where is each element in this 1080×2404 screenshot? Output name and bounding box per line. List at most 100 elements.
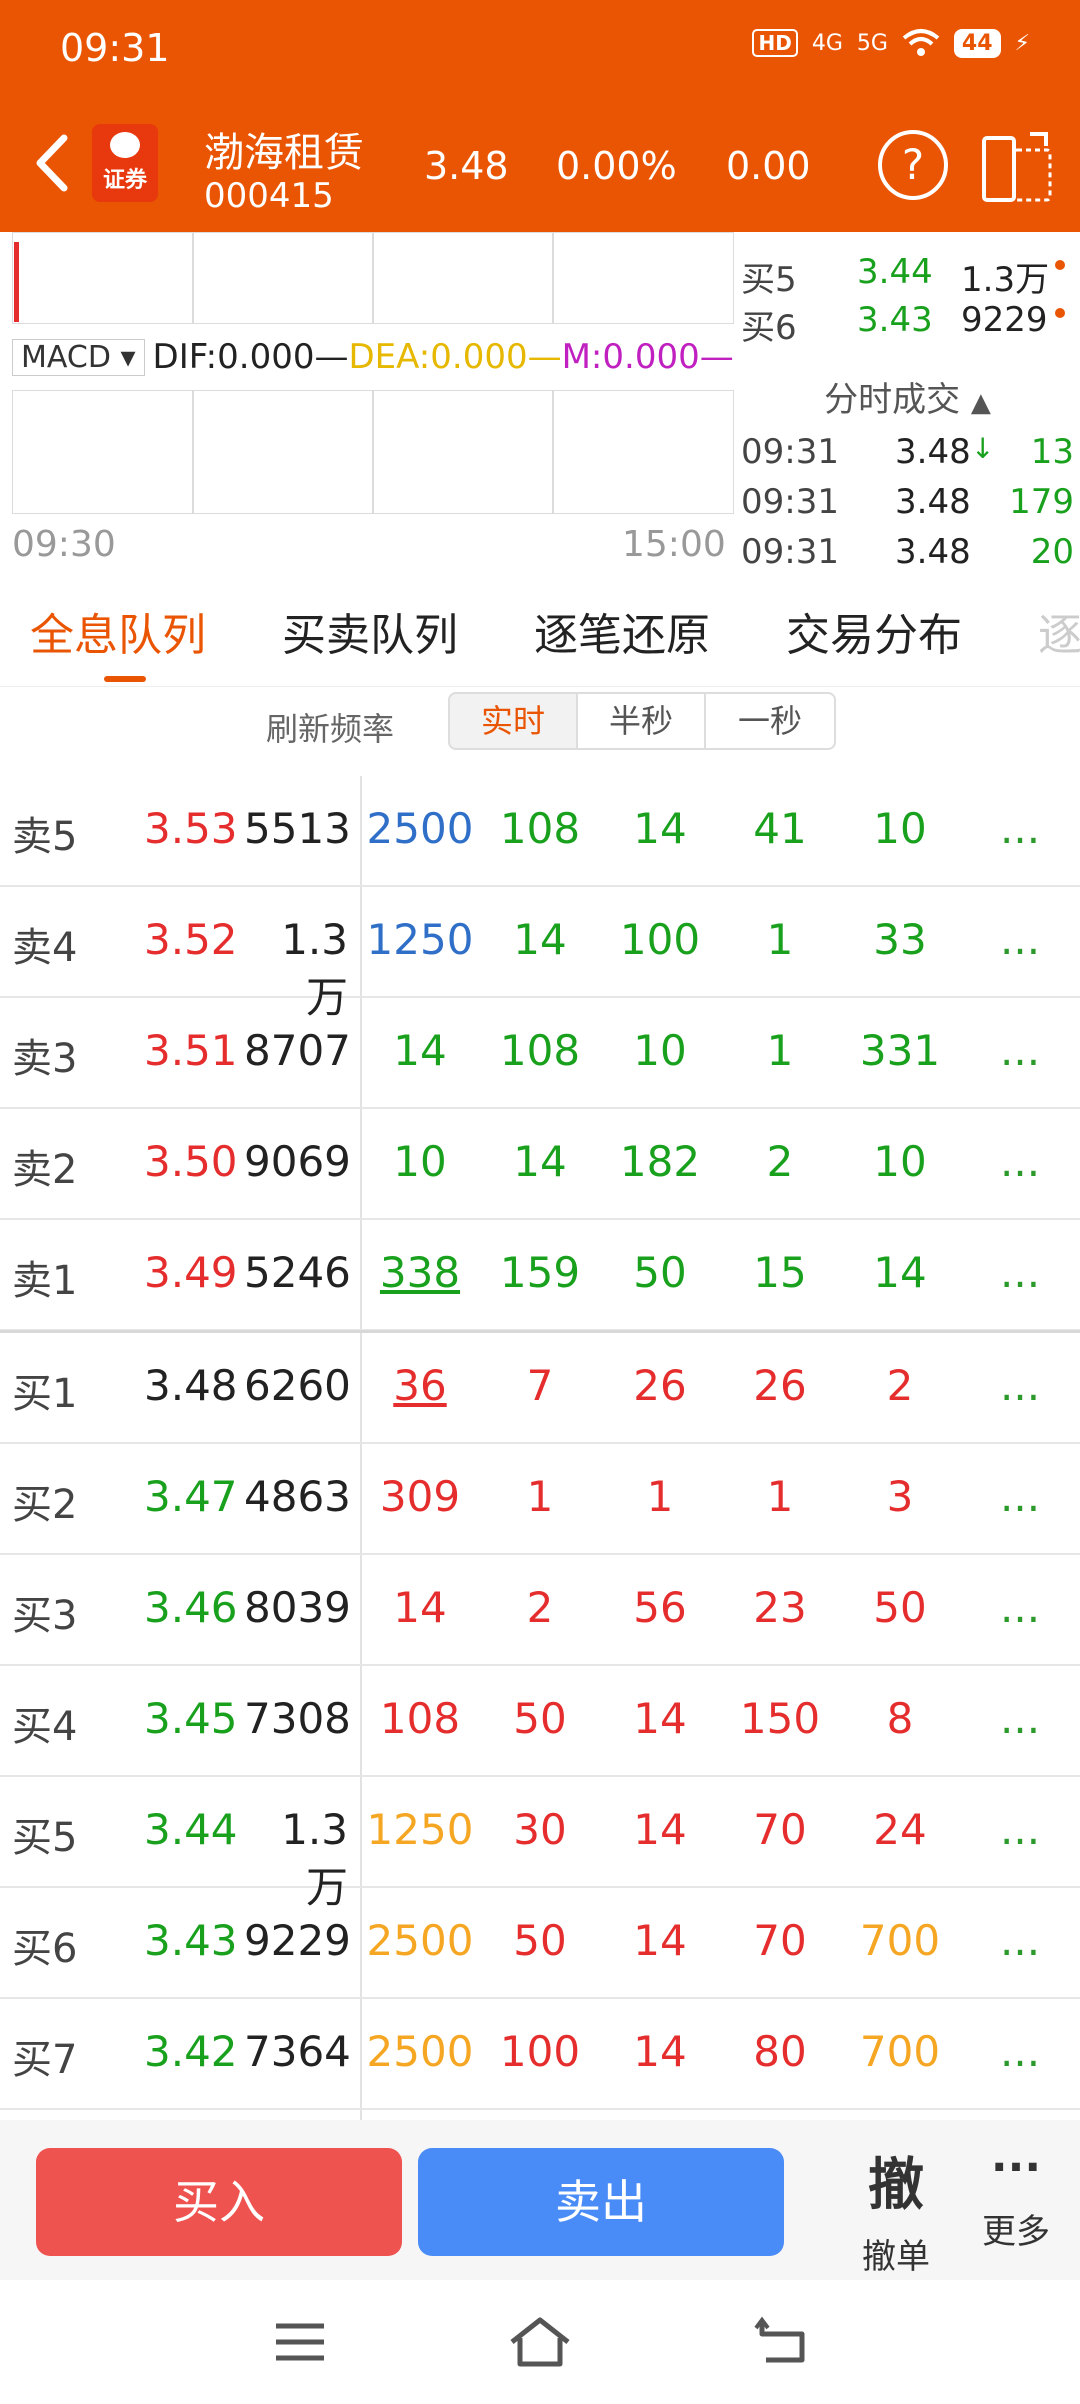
queue-order-size[interactable]: 108 xyxy=(480,804,600,853)
queue-row[interactable]: 买7 3.42 7364 2500 100 14 80 700... xyxy=(0,1999,1080,2110)
more-button[interactable]: ··· 更多 xyxy=(966,2140,1066,2253)
queue-order-size[interactable]: 1 xyxy=(480,1472,600,1521)
queue-row[interactable]: 卖1 3.49 5246 338 159 50 15 14... xyxy=(0,1220,1080,1331)
stock-name[interactable]: 渤海租赁 xyxy=(204,120,364,178)
queue-row[interactable]: 卖5 3.53 5513 2500 108 14 41 10... xyxy=(0,776,1080,887)
help-icon[interactable]: ? xyxy=(878,130,948,200)
queue-order-size[interactable]: 159 xyxy=(480,1248,600,1297)
queue-order-size[interactable]: 309 xyxy=(360,1472,480,1521)
queue-order-size[interactable]: 33 xyxy=(840,915,960,964)
right-panel[interactable]: 买5 3.44 1.3万 买6 3.43 9229 分时成交 ▲ 09:31 3… xyxy=(735,232,1080,577)
tab-full-queue[interactable]: 全息队列 xyxy=(30,599,206,663)
queue-order-size[interactable]: 338 xyxy=(360,1248,480,1297)
queue-order-size[interactable]: 1 xyxy=(600,1472,720,1521)
refresh-one-second-button[interactable]: 一秒 xyxy=(704,692,836,750)
queue-order-size[interactable]: 23 xyxy=(720,1583,840,1632)
queue-order-size[interactable]: 2500 xyxy=(360,2027,480,2076)
queue-order-size[interactable]: 2 xyxy=(840,1361,960,1410)
queue-order-size[interactable]: 700 xyxy=(840,2027,960,2076)
queue-more-icon[interactable]: ... xyxy=(1000,1805,1040,1854)
queue-more-icon[interactable]: ... xyxy=(1000,1137,1040,1186)
queue-row[interactable]: 买4 3.45 7308 108 50 14 150 8... xyxy=(0,1666,1080,1777)
queue-order-size[interactable]: 14 xyxy=(600,804,720,853)
back-nav-icon[interactable] xyxy=(752,2316,812,2366)
queue-row[interactable]: 卖2 3.50 9069 10 14 182 2 10... xyxy=(0,1109,1080,1220)
queue-order-size[interactable]: 108 xyxy=(480,1026,600,1075)
queue-row[interactable]: 买5 3.44 1.3万 1250 30 14 70 24... xyxy=(0,1777,1080,1912)
queue-order-size[interactable]: 56 xyxy=(600,1583,720,1632)
buy-button[interactable]: 买入 xyxy=(36,2148,402,2256)
queue-order-size[interactable]: 14 xyxy=(600,1916,720,1965)
queue-order-size[interactable]: 14 xyxy=(480,1137,600,1186)
intraday-chart[interactable]: MACD ▾ DIF:0.000— DEA:0.000— M:0.000— 09… xyxy=(0,232,735,577)
queue-order-size[interactable]: 50 xyxy=(480,1916,600,1965)
queue-row[interactable]: 买2 3.47 4863 309 1 1 1 3... xyxy=(0,1444,1080,1555)
queue-more-icon[interactable]: ... xyxy=(1000,2027,1040,2076)
queue-order-size[interactable]: 26 xyxy=(720,1361,840,1410)
queue-order-size[interactable]: 7 xyxy=(480,1361,600,1410)
queue-order-size[interactable]: 26 xyxy=(600,1361,720,1410)
queue-order-size[interactable]: 700 xyxy=(840,1916,960,1965)
queue-order-size[interactable]: 182 xyxy=(600,1137,720,1186)
queue-order-size[interactable]: 2500 xyxy=(360,1916,480,1965)
queue-order-size[interactable]: 1250 xyxy=(360,1805,480,1854)
queue-order-size[interactable]: 14 xyxy=(360,1583,480,1632)
queue-order-size[interactable]: 14 xyxy=(600,1694,720,1743)
refresh-half-second-button[interactable]: 半秒 xyxy=(576,692,706,750)
queue-row[interactable]: 卖3 3.51 8707 14 108 10 1 331... xyxy=(0,998,1080,1109)
back-arrow-icon[interactable] xyxy=(28,128,78,198)
queue-order-size[interactable]: 1 xyxy=(720,1472,840,1521)
tab-overflow[interactable]: 逐 xyxy=(1038,599,1080,663)
queue-order-size[interactable]: 1 xyxy=(720,915,840,964)
queue-order-size[interactable]: 3 xyxy=(840,1472,960,1521)
queue-more-icon[interactable]: ... xyxy=(1000,1026,1040,1075)
queue-order-size[interactable]: 70 xyxy=(720,1805,840,1854)
queue-order-size[interactable]: 36 xyxy=(360,1361,480,1410)
indicator-select[interactable]: MACD ▾ xyxy=(12,338,145,376)
queue-order-size[interactable]: 10 xyxy=(360,1137,480,1186)
menu-icon[interactable] xyxy=(270,2320,330,2364)
queue-row[interactable]: 卖4 3.52 1.3万 1250 14 100 1 33... xyxy=(0,887,1080,1022)
queue-order-size[interactable]: 1250 xyxy=(360,915,480,964)
queue-order-size[interactable]: 15 xyxy=(720,1248,840,1297)
queue-order-size[interactable]: 70 xyxy=(720,1916,840,1965)
tab-order-queue[interactable]: 买卖队列 xyxy=(282,599,458,663)
queue-order-size[interactable]: 41 xyxy=(720,804,840,853)
queue-order-size[interactable]: 50 xyxy=(600,1248,720,1297)
trades-header[interactable]: 分时成交 ▲ xyxy=(735,370,1080,430)
home-icon[interactable] xyxy=(506,2314,574,2370)
queue-order-size[interactable]: 150 xyxy=(720,1694,840,1743)
queue-order-size[interactable]: 100 xyxy=(600,915,720,964)
queue-order-size[interactable]: 2500 xyxy=(360,804,480,853)
queue-more-icon[interactable]: ... xyxy=(1000,1361,1040,1410)
queue-order-size[interactable]: 2 xyxy=(720,1137,840,1186)
queue-order-size[interactable]: 10 xyxy=(840,804,960,853)
queue-order-size[interactable]: 10 xyxy=(840,1137,960,1186)
queue-order-size[interactable]: 30 xyxy=(480,1805,600,1854)
sell-button[interactable]: 卖出 xyxy=(418,2148,784,2256)
queue-order-size[interactable]: 108 xyxy=(360,1694,480,1743)
queue-order-size[interactable]: 10 xyxy=(600,1026,720,1075)
tab-tick-replay[interactable]: 逐笔还原 xyxy=(534,599,710,663)
refresh-realtime-button[interactable]: 实时 xyxy=(448,692,578,750)
queue-order-size[interactable]: 14 xyxy=(600,1805,720,1854)
queue-order-size[interactable]: 331 xyxy=(840,1026,960,1075)
queue-order-size[interactable]: 50 xyxy=(480,1694,600,1743)
queue-order-size[interactable]: 8 xyxy=(840,1694,960,1743)
queue-more-icon[interactable]: ... xyxy=(1000,915,1040,964)
queue-order-size[interactable]: 50 xyxy=(840,1583,960,1632)
queue-order-size[interactable]: 14 xyxy=(480,915,600,964)
queue-more-icon[interactable]: ... xyxy=(1000,1472,1040,1521)
queue-more-icon[interactable]: ... xyxy=(1000,1694,1040,1743)
queue-row[interactable]: 买1 3.48 6260 36 7 26 26 2... xyxy=(0,1333,1080,1444)
queue-order-size[interactable]: 1 xyxy=(720,1026,840,1075)
queue-row[interactable]: 买3 3.46 8039 14 2 56 23 50... xyxy=(0,1555,1080,1666)
queue-row[interactable]: 买6 3.43 9229 2500 50 14 70 700... xyxy=(0,1888,1080,1999)
queue-order-size[interactable]: 80 xyxy=(720,2027,840,2076)
tab-trade-distribution[interactable]: 交易分布 xyxy=(786,599,962,663)
queue-more-icon[interactable]: ... xyxy=(1000,1248,1040,1297)
queue-more-icon[interactable]: ... xyxy=(1000,1583,1040,1632)
queue-more-icon[interactable]: ... xyxy=(1000,1916,1040,1965)
cancel-order-button[interactable]: 撤 撤单 xyxy=(846,2140,946,2278)
queue-order-size[interactable]: 2 xyxy=(480,1583,600,1632)
